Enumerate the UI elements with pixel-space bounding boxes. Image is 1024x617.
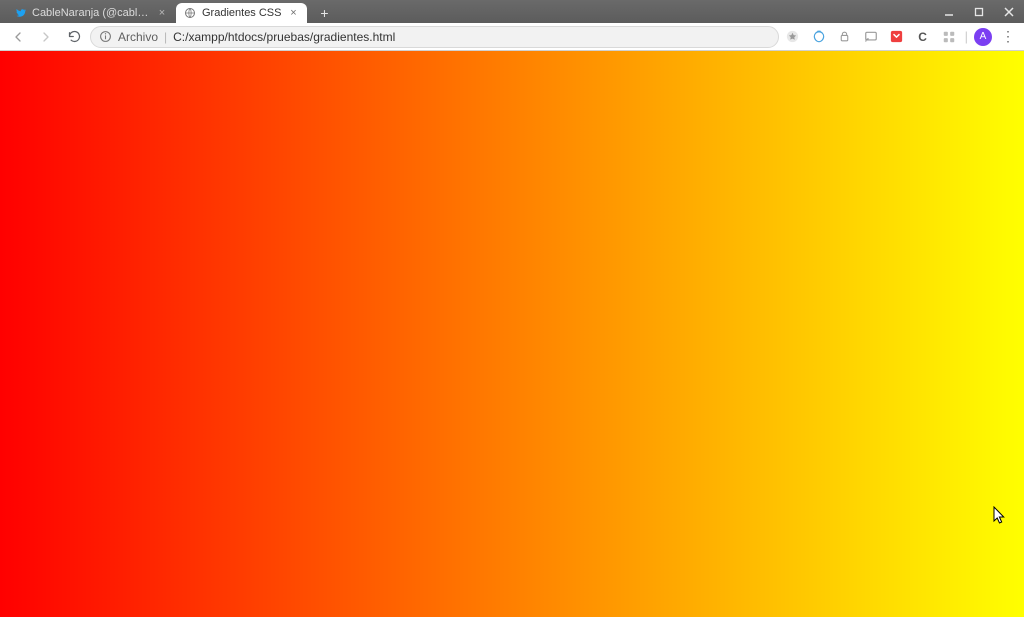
- avatar-initial: A: [980, 31, 987, 42]
- tab-strip: CableNaranja (@cablenaranja7) / × Gradie…: [0, 0, 335, 23]
- address-bar[interactable]: Archivo | C:/xampp/htdocs/pruebas/gradie…: [90, 26, 779, 48]
- new-tab-button[interactable]: +: [313, 3, 335, 23]
- kebab-menu-icon[interactable]: ⋮: [998, 27, 1018, 47]
- window-controls: [934, 0, 1024, 23]
- separator: |: [965, 29, 968, 44]
- reload-button[interactable]: [62, 25, 86, 49]
- twitter-icon: [14, 7, 26, 19]
- separator: |: [164, 30, 167, 44]
- star-icon[interactable]: [783, 27, 803, 47]
- close-icon[interactable]: ×: [156, 7, 168, 19]
- cursor-icon: [993, 506, 1007, 524]
- browser-toolbar: Archivo | C:/xampp/htdocs/pruebas/gradie…: [0, 23, 1024, 51]
- toolbar-right-icons: C | A ⋮: [783, 27, 1018, 47]
- minimize-button[interactable]: [934, 0, 964, 23]
- profile-avatar[interactable]: A: [974, 28, 992, 46]
- browser-titlebar: CableNaranja (@cablenaranja7) / × Gradie…: [0, 0, 1024, 23]
- tab-title: Gradientes CSS: [202, 7, 281, 19]
- page-viewport: [0, 51, 1024, 617]
- cast-icon[interactable]: [861, 27, 881, 47]
- info-icon: [99, 30, 112, 43]
- tab-title: CableNaranja (@cablenaranja7) /: [32, 7, 150, 19]
- globe-icon: [184, 7, 196, 19]
- extension-icon-grid[interactable]: [939, 27, 959, 47]
- tab-active[interactable]: Gradientes CSS ×: [176, 3, 307, 23]
- tab-inactive-1[interactable]: CableNaranja (@cablenaranja7) / ×: [6, 3, 176, 23]
- pocket-icon[interactable]: [887, 27, 907, 47]
- lock-icon[interactable]: [835, 27, 855, 47]
- url-text: C:/xampp/htdocs/pruebas/gradientes.html: [173, 30, 769, 44]
- window-close-button[interactable]: [994, 0, 1024, 23]
- forward-button[interactable]: [34, 25, 58, 49]
- maximize-button[interactable]: [964, 0, 994, 23]
- extension-icon-1[interactable]: [809, 27, 829, 47]
- url-scheme-label: Archivo: [118, 30, 158, 44]
- back-button[interactable]: [6, 25, 30, 49]
- extension-icon-c[interactable]: C: [913, 27, 933, 47]
- close-icon[interactable]: ×: [287, 7, 299, 19]
